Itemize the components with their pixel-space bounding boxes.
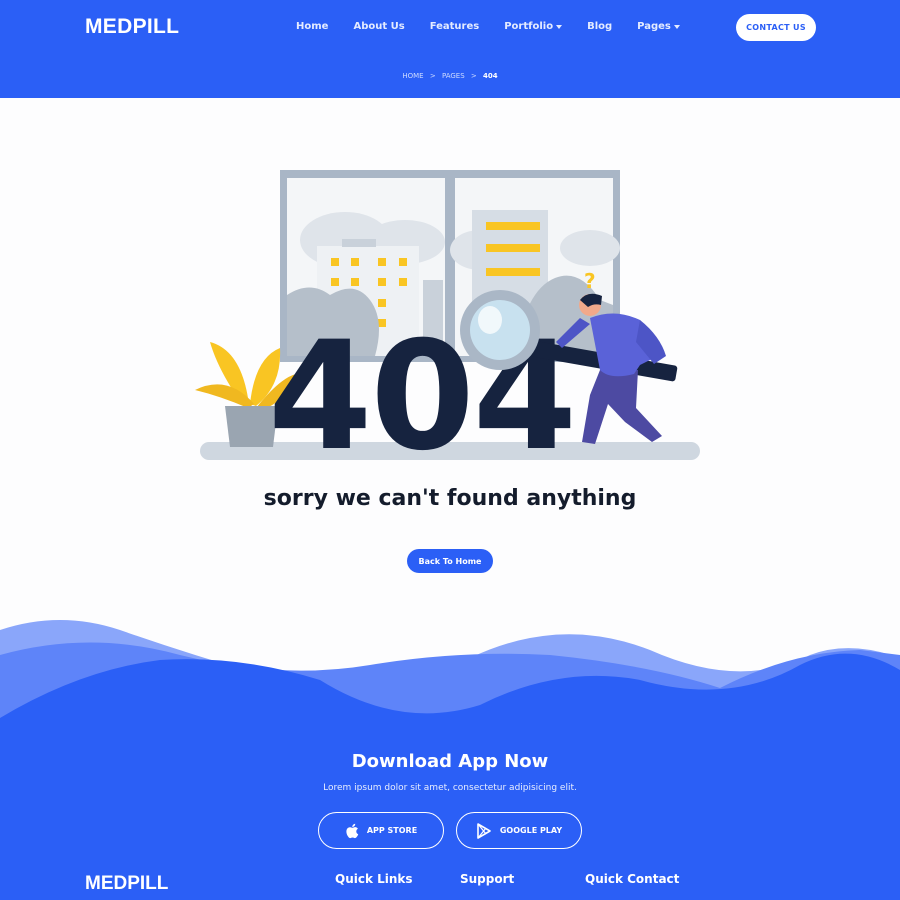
nav-item-features[interactable]: Features [430,21,480,32]
footer-heading-quick-links: Quick Links [335,872,413,886]
nav-item-about-us[interactable]: About Us [353,21,404,32]
error-message: sorry we can't found anything [263,486,637,511]
nav-item-portfolio[interactable]: Portfolio [504,21,563,32]
chevron-down-icon [673,24,680,29]
back-to-home-button[interactable]: Back To Home [407,549,493,573]
nav-item-pages[interactable]: Pages [637,21,680,32]
footer-heading-support: Support [460,872,515,886]
download-app-title: Download App Now [351,751,549,772]
nav-label: Home [296,21,329,32]
nav-label: Features [429,21,480,32]
breadcrumb: HOME > PAGES > 404 [0,72,900,80]
nav-item-blog[interactable]: Blog [587,21,612,32]
app-store-button[interactable]: APP STORE [318,812,444,849]
breadcrumb-separator: > [429,72,436,80]
header: MEDPILL Home About Us Features Portfolio… [0,0,900,98]
main-nav: Home About Us Features Portfolio Blog Pa… [296,21,705,32]
contact-us-button[interactable]: CONTACT US [736,14,816,41]
google-play-icon [477,822,491,839]
app-store-label: APP STORE [366,826,418,835]
nav-label: About Us [353,21,405,32]
google-play-button[interactable]: GOOGLE PLAY [456,812,582,849]
breadcrumb-home[interactable]: HOME [402,72,423,80]
logo[interactable]: MEDPILL [85,15,179,39]
nav-label: Pages [637,21,671,32]
footer-heading-quick-contact: Quick Contact [585,872,680,886]
nav-label: Portfolio [504,21,554,32]
nav-item-home[interactable]: Home [296,21,328,32]
footer-logo[interactable]: MEDPILL [85,873,168,895]
google-play-label: GOOGLE PLAY [499,826,563,835]
download-app-subtitle: Lorem ipsum dolor sit amet, consectetur … [323,783,577,793]
breadcrumb-separator: > [470,72,477,80]
breadcrumb-pages[interactable]: PAGES [442,72,465,80]
chevron-down-icon [556,24,563,29]
question-mark: ? [584,269,596,293]
nav-label: Blog [587,21,613,32]
apple-icon [346,823,359,838]
breadcrumb-current: 404 [483,72,498,80]
404-illustration: 404 ? [195,170,700,470]
